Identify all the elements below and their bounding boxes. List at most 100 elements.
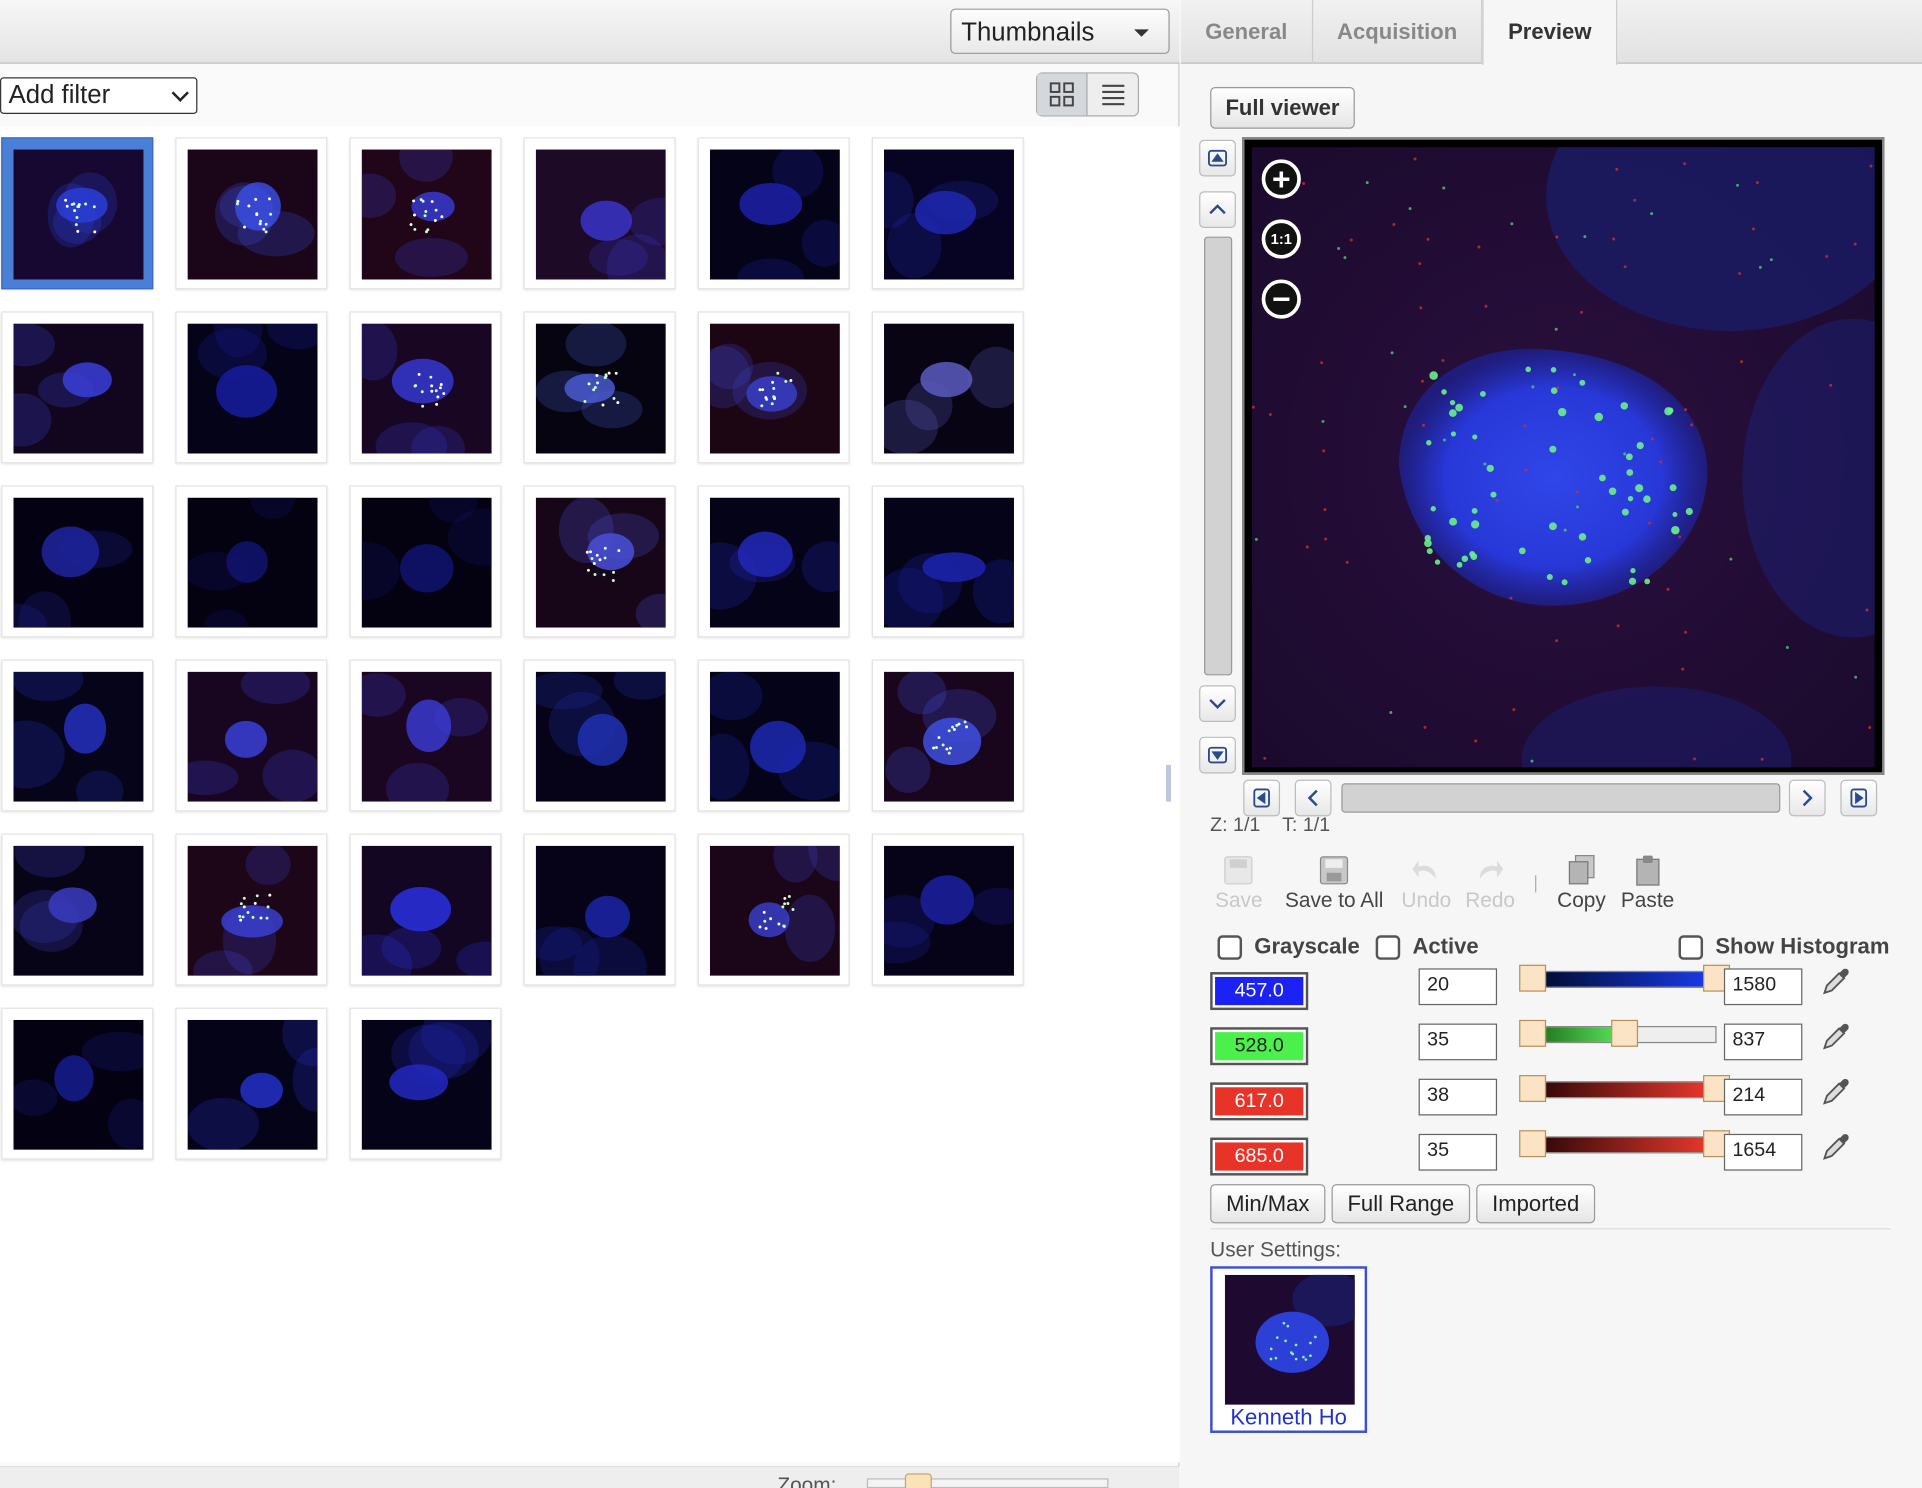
user-settings-card[interactable]: Kenneth Ho	[1210, 1266, 1368, 1433]
paste-button[interactable]: Paste	[1621, 854, 1674, 913]
min-max-button[interactable]: Min/Max	[1210, 1184, 1326, 1224]
channel-max-input[interactable]: 1580	[1723, 968, 1803, 1006]
zoom-in-icon[interactable]: +	[1261, 159, 1301, 199]
thumbnail-item[interactable]	[1, 1007, 154, 1160]
thumbnail-item[interactable]	[175, 833, 328, 986]
thumbnail-item[interactable]	[175, 1007, 328, 1160]
eyedropper-icon[interactable]	[1820, 1021, 1852, 1053]
thumbnail-zoom-slider[interactable]	[866, 1478, 1109, 1488]
eyedropper-icon[interactable]	[1820, 966, 1852, 998]
zoom-out-icon[interactable]: −	[1261, 279, 1301, 319]
channel-color-button[interactable]: 528.0	[1210, 1027, 1309, 1066]
channel-max-input[interactable]: 214	[1723, 1078, 1803, 1116]
undo-button[interactable]: Undo	[1401, 854, 1451, 913]
channel-min-input[interactable]: 35	[1418, 1023, 1498, 1061]
full-viewer-button[interactable]: Full viewer	[1210, 87, 1355, 129]
thumbnail-item[interactable]	[523, 485, 676, 638]
view-mode-select[interactable]: Thumbnails	[950, 8, 1170, 54]
active-checkbox-box[interactable]	[1375, 934, 1401, 960]
thumbnail-item[interactable]	[697, 137, 850, 290]
thumbnail-item[interactable]	[1, 485, 154, 638]
show-histogram-checkbox-box[interactable]	[1678, 934, 1704, 960]
thumbnail-item[interactable]	[175, 311, 328, 464]
thumbnail-item[interactable]	[1, 659, 154, 812]
thumbnail-item[interactable]	[349, 311, 502, 464]
thumbnail-item[interactable]	[349, 659, 502, 812]
thumbnail-item[interactable]	[523, 659, 676, 812]
tab-acquisition[interactable]: Acquisition	[1313, 0, 1483, 64]
copy-button[interactable]: Copy	[1557, 854, 1606, 913]
save-button[interactable]: Save	[1215, 854, 1263, 913]
save-to-all-button[interactable]: Save to All	[1285, 854, 1383, 913]
show-histogram-checkbox[interactable]: Show Histogram	[1678, 934, 1889, 960]
eyedropper-icon[interactable]	[1820, 1076, 1852, 1108]
thumbnail-zoom-handle[interactable]	[904, 1473, 932, 1488]
thumbnail-item[interactable]	[523, 833, 676, 986]
active-checkbox[interactable]: Active	[1375, 934, 1479, 960]
list-layout-button[interactable]	[1088, 74, 1138, 116]
thumbnail-item[interactable]	[175, 485, 328, 638]
first-z-button[interactable]	[1199, 139, 1236, 177]
thumbnail-item[interactable]	[349, 1007, 502, 1160]
thumbnail-item[interactable]	[349, 137, 502, 290]
thumbnail-item[interactable]	[697, 659, 850, 812]
thumbnail-item[interactable]	[349, 485, 502, 638]
slider-min-handle[interactable]	[1519, 1019, 1547, 1047]
add-filter-select[interactable]: Add filter	[0, 77, 198, 114]
channel-color-button[interactable]: 685.0	[1210, 1137, 1309, 1176]
t-slider[interactable]	[1341, 783, 1781, 813]
last-z-button[interactable]	[1199, 736, 1236, 774]
channel-range-slider[interactable]	[1532, 970, 1717, 988]
channel-max-input[interactable]: 837	[1723, 1023, 1803, 1061]
thumbnail-item[interactable]	[871, 485, 1024, 638]
thumbnail-item[interactable]	[1, 137, 154, 290]
slider-min-handle[interactable]	[1519, 1130, 1547, 1158]
thumbnail-item[interactable]	[523, 311, 676, 464]
thumbnail-item[interactable]	[697, 311, 850, 464]
channel-max-input[interactable]: 1654	[1723, 1133, 1803, 1171]
eyedropper-icon[interactable]	[1820, 1131, 1852, 1163]
slider-max-handle[interactable]	[1611, 1019, 1639, 1047]
full-range-button[interactable]: Full Range	[1331, 1184, 1471, 1224]
channel-min-input[interactable]: 38	[1418, 1078, 1498, 1116]
thumbnail-item[interactable]	[871, 833, 1024, 986]
previous-z-button[interactable]	[1199, 191, 1236, 228]
image-viewer[interactable]: + 1:1 −	[1242, 137, 1885, 775]
grayscale-checkbox-box[interactable]	[1217, 934, 1243, 960]
slider-min-handle[interactable]	[1519, 964, 1547, 992]
tab-preview[interactable]: Preview	[1482, 0, 1618, 65]
first-t-button[interactable]	[1243, 779, 1281, 817]
channel-range-slider[interactable]	[1532, 1136, 1717, 1154]
previous-t-button[interactable]	[1294, 779, 1332, 817]
thumbnail-item[interactable]	[175, 137, 328, 290]
slider-min-handle[interactable]	[1519, 1075, 1547, 1102]
zoom-actual-size-icon[interactable]: 1:1	[1261, 219, 1301, 259]
thumbnail-item[interactable]	[871, 311, 1024, 464]
next-t-button[interactable]	[1788, 779, 1826, 817]
preview-image[interactable]	[1251, 147, 1875, 768]
thumbnail-item[interactable]	[1, 833, 154, 986]
next-z-button[interactable]	[1199, 685, 1236, 722]
thumbnail-item[interactable]	[871, 137, 1024, 290]
thumbnail-item[interactable]	[1, 311, 154, 464]
thumbnail-item[interactable]	[871, 659, 1024, 812]
panel-splitter[interactable]	[1166, 764, 1171, 802]
zoom-in-glyph: +	[1271, 159, 1291, 197]
grid-layout-button[interactable]	[1037, 73, 1088, 116]
thumbnail-item[interactable]	[697, 833, 850, 986]
thumbnail-item[interactable]	[349, 833, 502, 986]
thumbnail-item[interactable]	[697, 485, 850, 638]
tab-general[interactable]: General	[1181, 0, 1314, 64]
z-slider[interactable]	[1204, 236, 1233, 676]
channel-color-button[interactable]: 617.0	[1210, 1082, 1309, 1121]
channel-min-input[interactable]: 35	[1418, 1133, 1498, 1171]
channel-min-input[interactable]: 20	[1418, 968, 1498, 1006]
last-t-button[interactable]	[1840, 779, 1878, 817]
redo-button[interactable]: Redo	[1465, 854, 1515, 913]
grayscale-checkbox[interactable]: Grayscale	[1217, 934, 1360, 960]
thumbnail-item[interactable]	[523, 137, 676, 290]
imported-button[interactable]: Imported	[1476, 1184, 1596, 1224]
channel-color-button[interactable]: 457.0	[1210, 972, 1309, 1011]
thumbnail-item[interactable]	[175, 659, 328, 812]
channel-range-slider[interactable]	[1532, 1081, 1717, 1099]
